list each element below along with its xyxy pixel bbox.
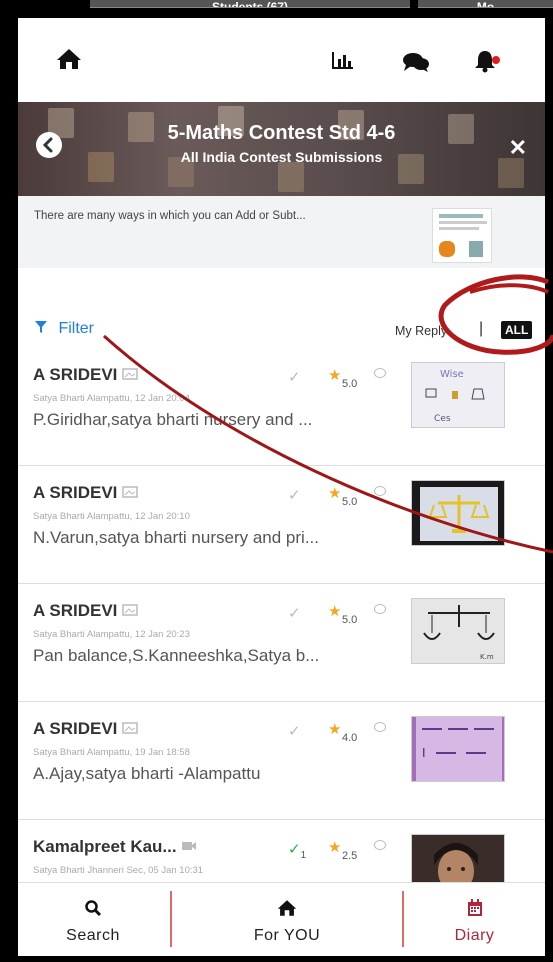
svg-text:Wise: Wise — [440, 369, 464, 380]
image-icon — [122, 604, 138, 616]
star-icon: ★ — [328, 839, 342, 856]
my-reply-toggle[interactable]: My Reply — [395, 324, 447, 338]
description-thumbnail[interactable] — [432, 208, 492, 263]
top-tab-strip: Students (67) Mo — [0, 0, 553, 18]
comment-icon[interactable] — [374, 486, 386, 496]
app-screen: 5-Maths Contest Std 4-6 All India Contes… — [18, 18, 545, 956]
submission-thumbnail[interactable]: Wise Ces — [411, 362, 505, 428]
item-meta: Satya Bharti Alampattu, 12 Jan 20:23 — [33, 629, 190, 640]
item-author: A SRIDEVI — [33, 483, 138, 503]
list-item[interactable]: A SRIDEVI Satya Bharti Alampattu, 12 Jan… — [18, 584, 545, 702]
comment-icon[interactable] — [374, 604, 386, 614]
bell-icon[interactable] — [473, 49, 501, 78]
image-icon — [122, 722, 138, 734]
author-name: A SRIDEVI — [33, 483, 118, 502]
search-icon — [18, 899, 168, 922]
check-icon[interactable]: ✓ — [288, 486, 301, 504]
contest-title: 5-Maths Contest Std 4-6 — [167, 122, 396, 144]
list-item[interactable]: A SRIDEVI Satya Bharti Alampattu, 12 Jan… — [18, 466, 545, 584]
filter-icon — [35, 321, 47, 333]
item-title: P.Giridhar,satya bharti nursery and ... — [33, 410, 313, 429]
screenshot-frame: Students (67) Mo 5-Maths Contest Std 4-6… — [0, 0, 553, 962]
all-toggle[interactable]: ALL — [501, 321, 533, 339]
more-tab[interactable]: Mo — [418, 0, 553, 8]
bottom-navigation: Search For YOU Diary — [18, 882, 545, 956]
students-tab[interactable]: Students (67) — [90, 0, 410, 8]
filter-bar: Filter My Reply | ALL — [18, 268, 545, 348]
submission-thumbnail[interactable] — [411, 480, 505, 546]
video-icon — [182, 842, 197, 850]
author-name: A SRIDEVI — [33, 365, 118, 384]
star-icon: ★ — [328, 603, 342, 620]
comment-icon[interactable] — [374, 840, 386, 850]
check-icon[interactable]: ✓1 — [288, 840, 306, 861]
calendar-icon — [404, 899, 545, 922]
item-author: A SRIDEVI — [33, 365, 138, 385]
item-author: A SRIDEVI — [33, 601, 138, 621]
submission-thumbnail[interactable]: I — [411, 716, 505, 782]
svg-text:Ces: Ces — [434, 414, 451, 424]
nav-for-you[interactable]: For YOU — [172, 883, 402, 956]
svg-text:I: I — [422, 746, 426, 760]
check-icon[interactable]: ✓ — [288, 368, 301, 386]
item-rating: 5.0 — [342, 496, 358, 508]
filter-button[interactable]: Filter — [34, 320, 94, 338]
item-rating: 5.0 — [342, 378, 358, 390]
contest-subtitle: All India Contest Submissions — [180, 149, 383, 165]
comment-icon[interactable] — [374, 368, 386, 378]
filter-label: Filter — [58, 320, 95, 337]
svg-text:K.m: K.m — [480, 653, 494, 661]
nav-search[interactable]: Search — [18, 883, 168, 956]
nav-diary-label: Diary — [454, 927, 495, 944]
description-text: There are many ways in which you can Add… — [34, 210, 306, 222]
close-icon[interactable]: ✕ — [509, 135, 527, 161]
nav-diary[interactable]: Diary — [404, 883, 545, 956]
item-author: Kamalpreet Kau... — [33, 837, 197, 857]
item-rating: 2.5 — [342, 850, 358, 862]
author-name: A SRIDEVI — [33, 601, 118, 620]
app-header — [18, 18, 545, 102]
star-icon: ★ — [328, 485, 342, 502]
nav-search-label: Search — [66, 927, 120, 944]
item-title: Pan balance,S.Kanneeshka,Satya b... — [33, 646, 320, 665]
home-icon — [172, 899, 402, 922]
star-icon: ★ — [328, 367, 342, 384]
item-rating: 5.0 — [342, 614, 358, 626]
author-name: A SRIDEVI — [33, 719, 118, 738]
item-meta: Satya Bharti Alampattu, 19 Jan 18:58 — [33, 747, 190, 758]
check-icon[interactable]: ✓ — [288, 722, 301, 740]
toggle-separator: | — [479, 320, 484, 337]
item-meta: Satya Bharti Alampattu, 12 Jan 20:10 — [33, 511, 190, 522]
item-author: A SRIDEVI — [33, 719, 138, 739]
item-title: N.Varun,satya bharti nursery and pri... — [33, 528, 319, 547]
check-count: 1 — [300, 850, 307, 861]
list-item[interactable]: A SRIDEVI Satya Bharti Alampattu, 19 Jan… — [18, 702, 545, 820]
item-title: A.Ajay,satya bharti -Alampattu — [33, 764, 261, 783]
nav-for-you-label: For YOU — [253, 927, 321, 944]
check-icon[interactable]: ✓ — [288, 604, 301, 622]
home-icon[interactable] — [56, 48, 82, 75]
list-item[interactable]: A SRIDEVI Satya Bharti Alampattu, 12 Jan… — [18, 348, 545, 466]
author-name: Kamalpreet Kau... — [33, 837, 177, 856]
chat-icon[interactable] — [402, 51, 430, 78]
contest-banner: 5-Maths Contest Std 4-6 All India Contes… — [18, 102, 545, 196]
image-icon — [122, 368, 138, 380]
image-icon — [122, 486, 138, 498]
contest-description[interactable]: There are many ways in which you can Add… — [18, 196, 545, 268]
comment-icon[interactable] — [374, 722, 386, 732]
item-rating: 4.0 — [342, 732, 358, 744]
chart-icon[interactable] — [331, 50, 355, 75]
item-meta: Satya Bharti Alampattu, 12 Jan 20:04 — [33, 393, 190, 404]
item-meta: Satya Bharti Jhanneri Sec, 05 Jan 10:31 — [33, 865, 204, 876]
star-icon: ★ — [328, 721, 342, 738]
submission-thumbnail[interactable]: K.m — [411, 598, 505, 664]
